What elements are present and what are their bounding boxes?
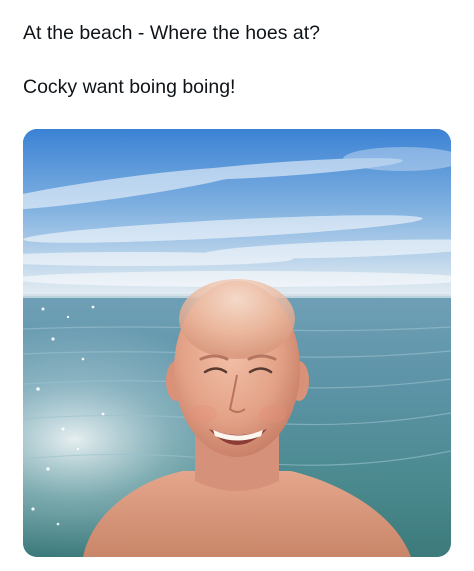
social-post: At the beach - Where the hoes at? Cocky … (0, 0, 474, 571)
post-text: At the beach - Where the hoes at? Cocky … (23, 20, 453, 100)
post-text-line-1: At the beach - Where the hoes at? (23, 22, 321, 44)
post-text-line-2: Cocky want boing boing! (23, 76, 236, 98)
beach-selfie-image (23, 129, 451, 557)
post-photo[interactable] (23, 129, 451, 557)
